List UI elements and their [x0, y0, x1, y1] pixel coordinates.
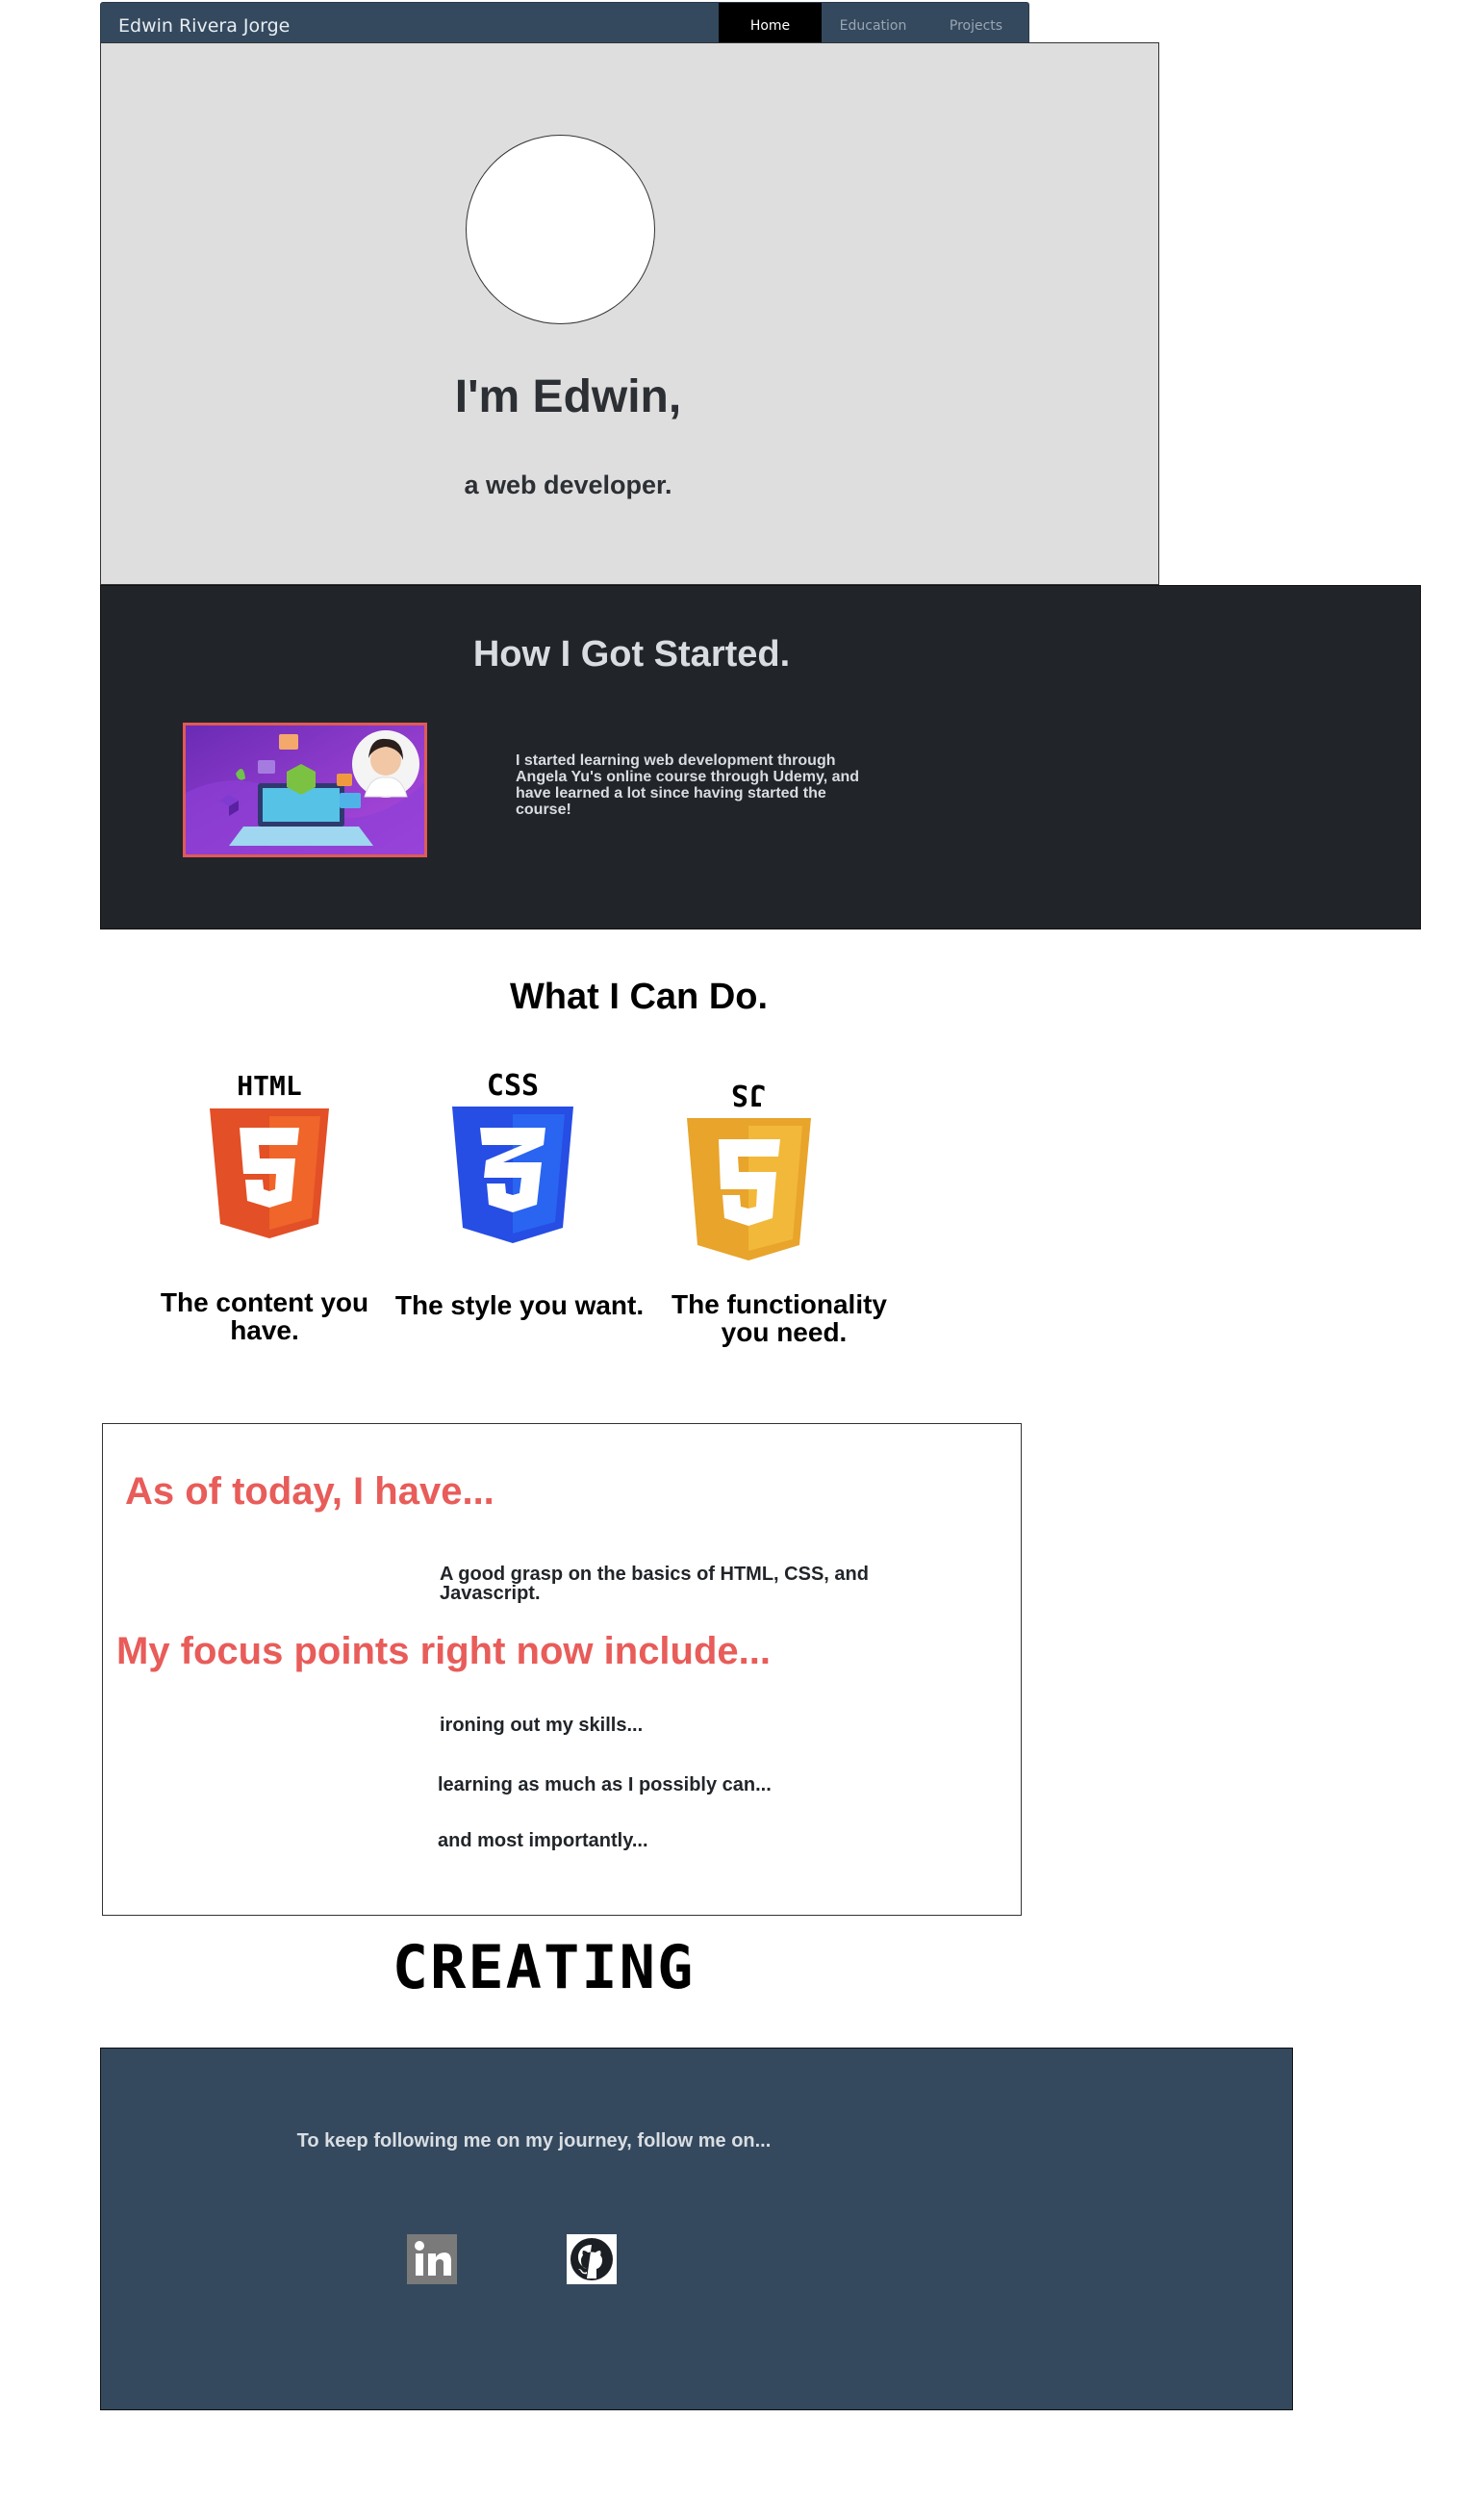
section-title: How I Got Started. [472, 634, 791, 675]
hero-section: I'm Edwin, a web developer. [100, 42, 1159, 585]
status-heading-focus: My focus points right now include... [116, 1630, 771, 1672]
html5-logo: HTML [207, 1070, 332, 1238]
css-logo-text: CSS [487, 1070, 539, 1103]
avatar [466, 135, 655, 324]
css3-logo: CSS [449, 1069, 576, 1248]
course-image [183, 723, 427, 857]
github-icon[interactable] [567, 2234, 617, 2284]
skills-title: What I Can Do. [509, 977, 769, 1017]
focus-item: learning as much as I possibly can... [438, 1774, 772, 1795]
creating-text: CREATING [392, 1932, 696, 2002]
footer-text: To keep following me on my journey, foll… [296, 2130, 772, 2151]
js-logo: JS [684, 1078, 814, 1260]
focus-item: ironing out my skills... [440, 1715, 644, 1736]
hero-title: I'm Edwin, [454, 371, 682, 422]
hero-subtitle: a web developer. [464, 471, 672, 499]
js-logo-text: JS [731, 1078, 766, 1111]
status-item-grasp: A good grasp on the basics of HTML, CSS,… [440, 1564, 869, 1604]
linkedin-icon[interactable] [407, 2234, 457, 2284]
status-card: As of today, I have... A good grasp on t… [102, 1423, 1022, 1916]
css-caption: The style you want. [394, 1290, 645, 1320]
course-illustration [186, 725, 424, 854]
how-i-got-started-section: How I Got Started. I started learning we… [100, 585, 1421, 929]
footer: To keep following me on my journey, foll… [100, 2048, 1293, 2410]
html-logo-text: HTML [237, 1070, 301, 1102]
html-caption: The content you have. [160, 1287, 369, 1345]
js-caption: The functionality you need. [672, 1289, 887, 1347]
started-description: I started learning web development throu… [516, 752, 860, 818]
focus-item: and most importantly... [438, 1830, 648, 1851]
status-heading-today: As of today, I have... [125, 1470, 494, 1513]
